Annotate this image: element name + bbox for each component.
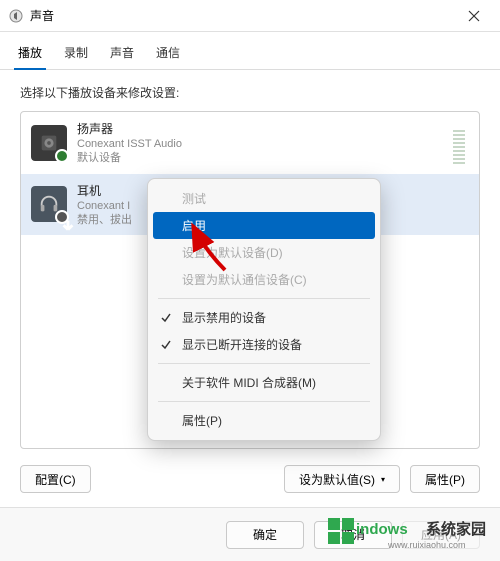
menu-show-disconnected[interactable]: 显示已断开连接的设备 [148,331,380,358]
tab-bar: 播放 录制 声音 通信 [0,32,500,70]
menu-about-midi[interactable]: 关于软件 MIDI 合成器(M) [148,369,380,396]
menu-separator [158,363,370,364]
status-ok-icon [55,149,69,163]
close-icon [468,10,480,22]
chevron-down-icon: ▾ [381,475,385,484]
menu-separator [158,298,370,299]
cancel-button[interactable]: 取消 [314,521,392,549]
context-menu: 测试 启用 设置为默认设备(D) 设置为默认通信设备(C) 显示禁用的设备 显示… [147,178,381,441]
properties-button[interactable]: 属性(P) [410,465,480,493]
menu-set-comm: 设置为默认通信设备(C) [148,266,380,293]
menu-label: 显示已断开连接的设备 [182,336,302,353]
headphones-icon [31,186,67,222]
menu-test: 测试 [148,185,380,212]
menu-show-disabled[interactable]: 显示禁用的设备 [148,304,380,331]
tab-communications[interactable]: 通信 [152,38,184,69]
tab-sounds[interactable]: 声音 [106,38,138,69]
ok-button[interactable]: 确定 [226,521,304,549]
instruction-text: 选择以下播放设备来修改设置: [20,84,480,101]
tab-playback[interactable]: 播放 [14,38,46,69]
window-title: 声音 [30,7,456,24]
button-label: 设为默认值(S) [299,471,375,488]
tab-recording[interactable]: 录制 [60,38,92,69]
speaker-icon [31,125,67,161]
apply-button[interactable]: 应用(A) [402,521,480,549]
set-default-button[interactable]: 设为默认值(S) ▾ [284,465,400,493]
configure-button[interactable]: 配置(C) [20,465,91,493]
device-button-bar: 配置(C) 设为默认值(S) ▾ 属性(P) [20,465,480,493]
device-info: 扬声器 Conexant ISST Audio 默认设备 [77,120,443,166]
check-icon [160,312,172,324]
status-down-icon [55,210,69,224]
menu-set-default: 设置为默认设备(D) [148,239,380,266]
device-row-speaker[interactable]: 扬声器 Conexant ISST Audio 默认设备 [21,112,479,174]
device-status: 默认设备 [77,151,443,165]
title-bar: 声音 [0,0,500,32]
menu-separator [158,401,370,402]
menu-enable[interactable]: 启用 [153,212,375,239]
level-meter [453,122,465,164]
sound-icon [8,8,24,24]
close-button[interactable] [456,2,492,30]
device-desc: Conexant ISST Audio [77,137,443,151]
device-name: 扬声器 [77,120,443,137]
dialog-button-bar: 确定 取消 应用(A) [0,507,500,561]
menu-label: 显示禁用的设备 [182,309,266,326]
check-icon [160,339,172,351]
menu-properties[interactable]: 属性(P) [148,407,380,434]
